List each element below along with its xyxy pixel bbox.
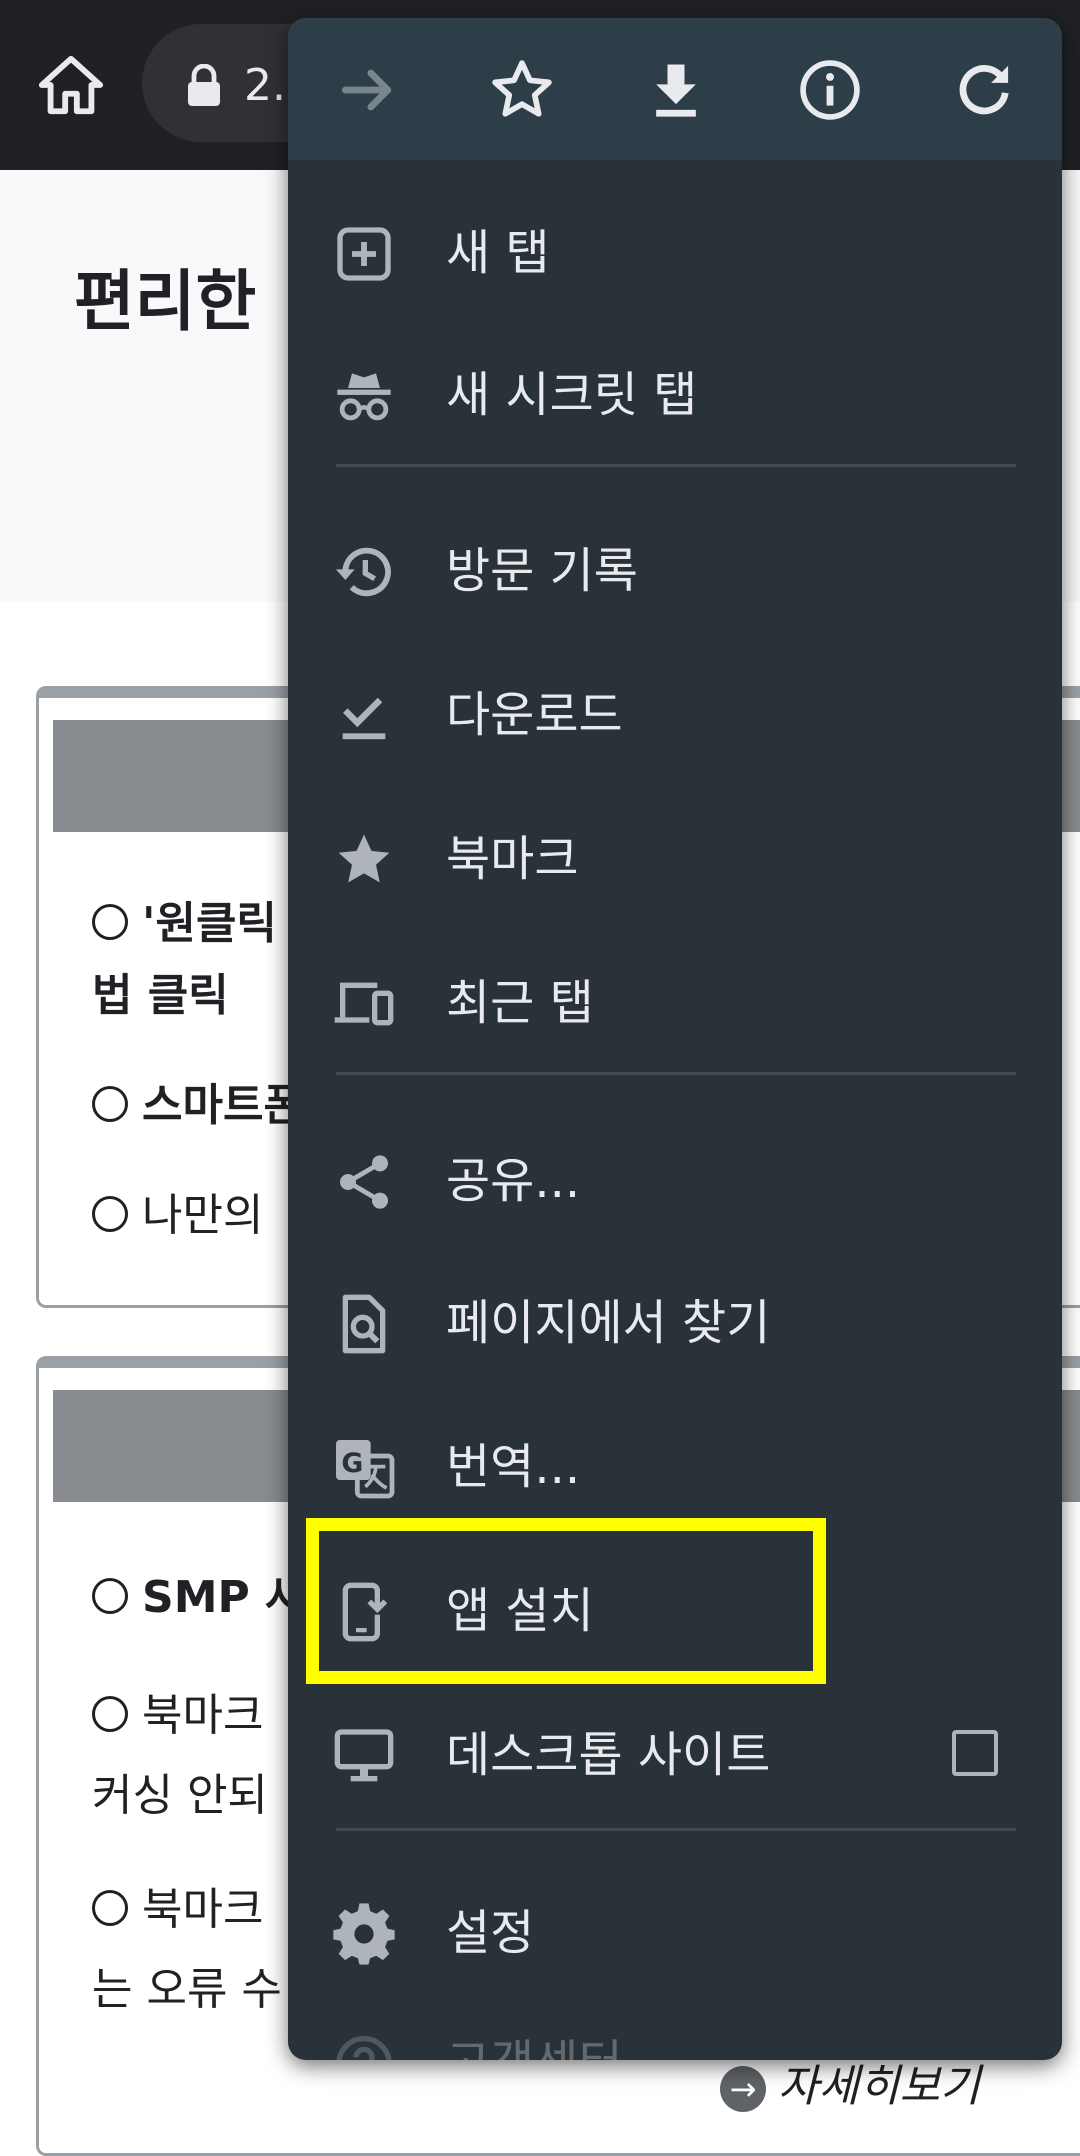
page-title: 편리한	[74, 263, 257, 340]
menu-item-find-in-page[interactable]: 페이지에서 찾기	[288, 1264, 1062, 1384]
recent-tabs-icon	[334, 982, 394, 1026]
menu-item-new-tab[interactable]: 새 탭	[288, 194, 1062, 314]
menu-item-label: 최근 탭	[446, 975, 594, 1031]
new-tab-icon	[337, 227, 391, 281]
circle-bullet-icon	[92, 1890, 128, 1926]
menu-action-bar	[288, 18, 1062, 160]
refresh-icon[interactable]	[950, 56, 1018, 124]
menu-item-history[interactable]: 방문 기록	[288, 512, 1062, 632]
menu-item-help[interactable]: 고객센터	[288, 2004, 1062, 2060]
share-icon	[340, 1155, 388, 1209]
menu-item-settings[interactable]: 설정	[288, 1874, 1062, 1994]
menu-item-bookmarks[interactable]: 북마크	[288, 800, 1062, 920]
info-icon[interactable]	[796, 56, 864, 124]
menu-item-label: 데스크톱 사이트	[446, 1727, 771, 1783]
forward-icon[interactable]	[334, 56, 402, 124]
highlight-box	[306, 1518, 826, 1684]
home-icon[interactable]	[36, 50, 106, 120]
help-icon	[336, 2036, 392, 2060]
menu-item-translate[interactable]: G 번역...	[288, 1408, 1062, 1528]
downloads-check-icon	[342, 697, 386, 740]
translate-icon: G	[336, 1440, 395, 1499]
circle-bullet-icon	[92, 1578, 128, 1614]
list-item: '원클릭	[92, 896, 277, 952]
circle-bullet-icon	[92, 1696, 128, 1732]
bookmark-star-icon	[338, 834, 390, 883]
list-item: SMP 사	[92, 1570, 306, 1626]
desktop-site-checkbox[interactable]	[952, 1730, 998, 1776]
list-item-continued: 법 클릭	[92, 970, 229, 1021]
svg-text:G: G	[341, 1448, 363, 1479]
circle-bullet-icon	[92, 1086, 128, 1122]
menu-item-label: 방문 기록	[446, 543, 638, 599]
menu-divider	[336, 464, 1016, 467]
list-item-continued: 커싱 안되	[92, 1770, 268, 1821]
star-outline-icon[interactable]	[488, 56, 556, 124]
menu-divider	[336, 1828, 1016, 1831]
lock-icon	[188, 64, 220, 106]
menu-item-label: 다운로드	[446, 687, 623, 743]
menu-item-label: 고객센터	[446, 2030, 623, 2060]
list-item: 스마트폰	[92, 1078, 304, 1134]
menu-item-label: 북마크	[446, 831, 579, 887]
menu-item-label: 번역...	[446, 1439, 581, 1495]
menu-item-recent-tabs[interactable]: 최근 탭	[288, 944, 1062, 1064]
menu-item-desktop-site[interactable]: 데스크톱 사이트	[288, 1696, 1062, 1816]
menu-divider	[336, 1072, 1016, 1075]
menu-item-share[interactable]: 공유...	[288, 1122, 1062, 1242]
download-icon[interactable]	[642, 56, 710, 124]
list-item: 북마크	[92, 1688, 263, 1744]
menu-item-label: 설정	[446, 1905, 535, 1961]
menu-item-label: 새 시크릿 탭	[446, 367, 698, 423]
history-icon	[336, 547, 391, 597]
settings-gear-icon	[333, 1903, 395, 1965]
circle-bullet-icon	[92, 904, 128, 940]
menu-item-label: 새 탭	[446, 225, 550, 281]
menu-item-downloads[interactable]: 다운로드	[288, 656, 1062, 776]
overflow-menu: 새 탭 새 시크릿 탭 방문 기록 다운로드 북마크 최근 탭 공유... 페이…	[288, 18, 1062, 2060]
find-in-page-icon	[342, 1294, 386, 1354]
arrow-right-icon: →	[720, 2066, 766, 2112]
circle-bullet-icon	[92, 1196, 128, 1232]
menu-item-new-incognito-tab[interactable]: 새 시크릿 탭	[288, 336, 1062, 456]
incognito-icon	[337, 373, 391, 421]
list-item: 북마크	[92, 1882, 263, 1938]
menu-item-label: 페이지에서 찾기	[446, 1295, 771, 1351]
menu-item-label: 공유...	[446, 1153, 581, 1209]
list-item: 나만의	[92, 1188, 263, 1244]
desktop-icon	[334, 1729, 394, 1782]
list-item-continued: 는 오류 수	[92, 1964, 282, 2015]
